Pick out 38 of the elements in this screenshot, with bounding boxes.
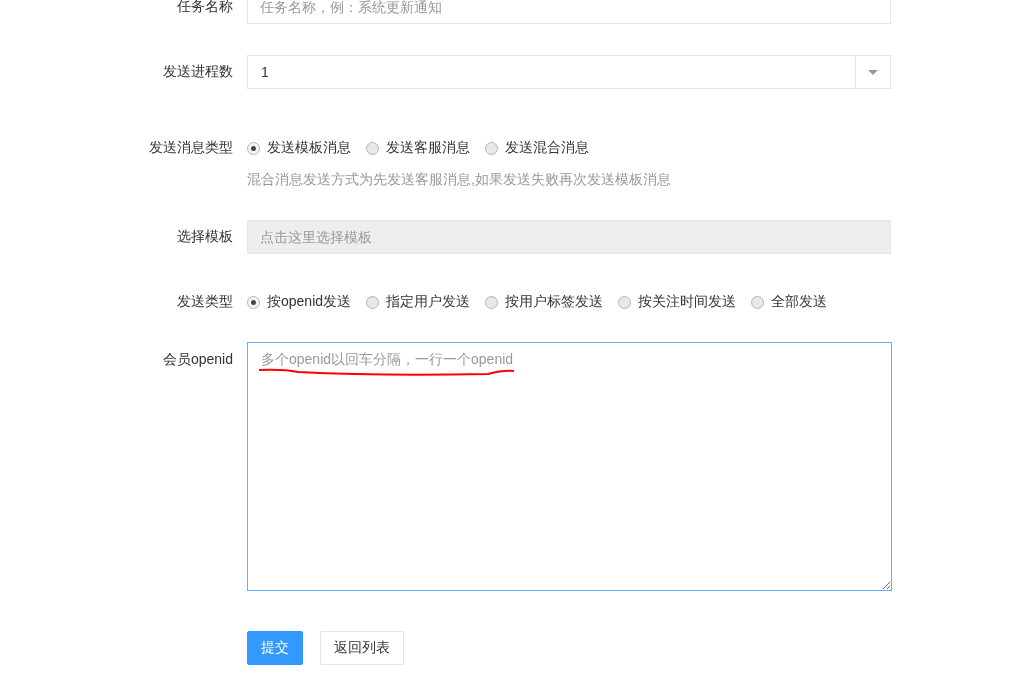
process-count-select[interactable]: 1: [247, 55, 891, 89]
radio-label: 全部发送: [771, 293, 828, 311]
template-select-field[interactable]: 点击这里选择模板: [247, 220, 891, 254]
hint-text: 混合消息发送方式为先发送客服消息,如果发送失败再次发送模板消息: [247, 171, 671, 189]
caret-icon: [868, 69, 878, 75]
radio-option[interactable]: 按关注时间发送: [618, 293, 737, 311]
radio-label: 发送模板消息: [267, 139, 351, 157]
openid-textarea[interactable]: 多个openid以回车分隔，一行一个openid: [247, 342, 892, 591]
radio-label: 指定用户发送: [386, 293, 471, 311]
radio-icon[interactable]: [485, 295, 499, 309]
radio-option[interactable]: 按用户标签发送: [485, 293, 604, 311]
radio-option[interactable]: 指定用户发送: [366, 293, 471, 311]
radio-option[interactable]: 全部发送: [751, 293, 828, 311]
field-label: 会员openid: [161, 350, 233, 369]
radio-label: 按openid发送: [267, 293, 352, 311]
field-label: 发送类型: [176, 293, 233, 311]
radio-label: 按用户标签发送: [505, 293, 604, 311]
radio-label: 发送混合消息: [505, 139, 589, 157]
radio-icon[interactable]: [751, 295, 765, 309]
radio-icon[interactable]: [247, 141, 260, 155]
field-label: 任务名称: [176, 0, 233, 16]
radio-icon[interactable]: [247, 295, 260, 309]
radio-label: 发送客服消息: [386, 139, 470, 157]
field-label: 选择模板: [176, 228, 233, 246]
radio-icon[interactable]: [366, 295, 380, 309]
radio-icon[interactable]: [366, 141, 379, 155]
radio-label: 按关注时间发送: [638, 293, 737, 311]
task-name-input[interactable]: 任务名称，例：系统更新通知: [247, 0, 891, 24]
radio-icon[interactable]: [618, 295, 632, 309]
field-label: 发送进程数: [162, 63, 233, 81]
radio-option[interactable]: 发送客服消息: [366, 139, 470, 157]
radio-icon[interactable]: [485, 141, 498, 155]
radio-option[interactable]: 按openid发送: [247, 293, 352, 311]
radio-option[interactable]: 发送模板消息: [247, 139, 351, 157]
back-button[interactable]: 返回列表: [320, 631, 404, 665]
select-value: 1: [260, 64, 270, 80]
field-label: 发送消息类型: [148, 139, 233, 157]
radio-option[interactable]: 发送混合消息: [485, 139, 589, 157]
